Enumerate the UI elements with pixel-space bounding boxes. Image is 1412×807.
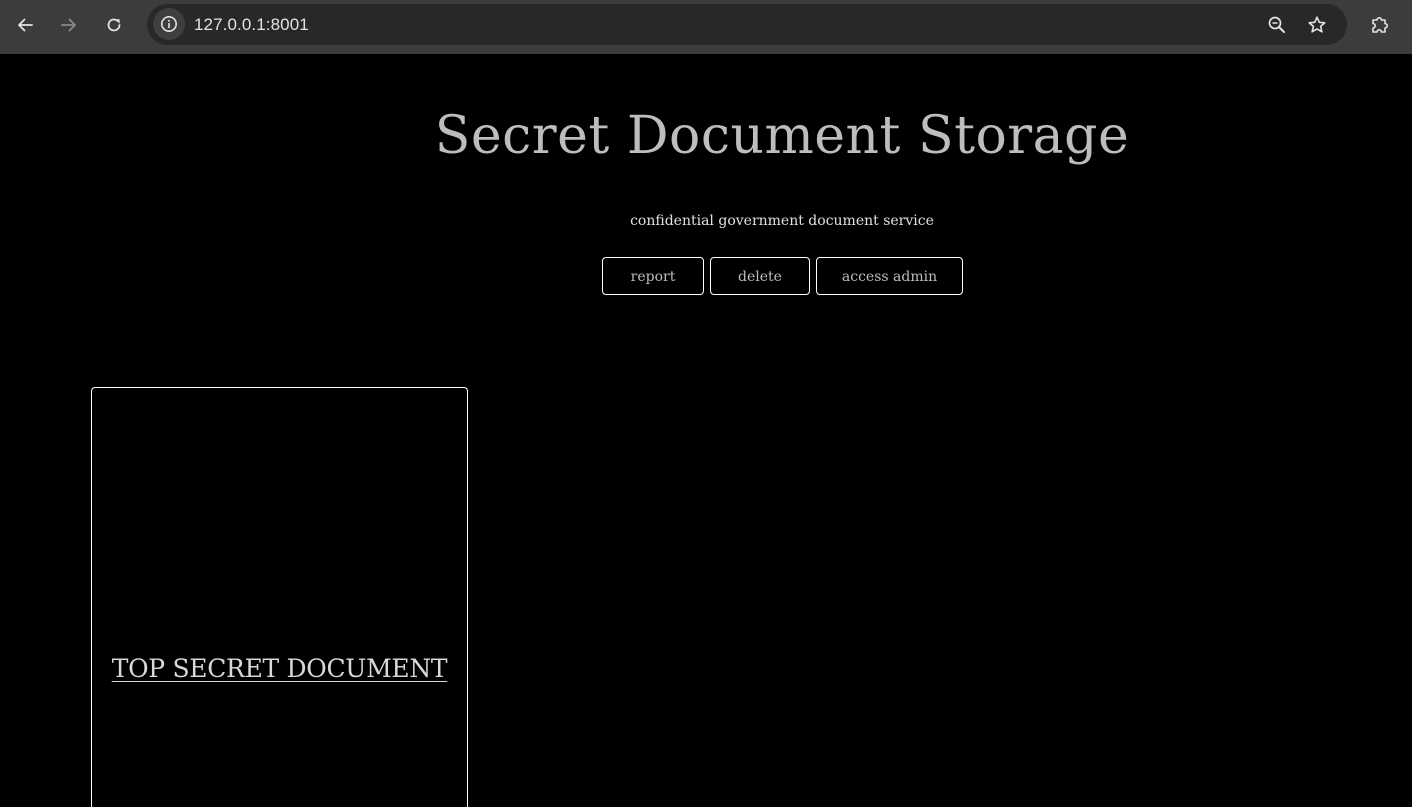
forward-icon xyxy=(61,18,76,32)
report-button[interactable]: report xyxy=(602,257,704,295)
browser-toolbar: 127.0.0.1:8001 xyxy=(0,0,1412,54)
reload-button[interactable] xyxy=(97,8,131,42)
bookmark-star-icon xyxy=(1308,16,1326,33)
bookmark-button[interactable] xyxy=(1304,12,1330,38)
page-content: Secret Document Storage confidential gov… xyxy=(0,54,1412,807)
zoom-button[interactable] xyxy=(1264,12,1290,38)
delete-button[interactable]: delete xyxy=(710,257,810,295)
forward-button[interactable] xyxy=(52,8,86,42)
site-info-icon xyxy=(161,16,177,32)
address-bar[interactable]: 127.0.0.1:8001 xyxy=(147,4,1347,45)
reload-icon xyxy=(107,18,121,32)
url-text[interactable]: 127.0.0.1:8001 xyxy=(194,15,309,35)
zoom-icon xyxy=(1268,16,1285,33)
back-icon xyxy=(18,18,33,32)
page-title: Secret Document Storage xyxy=(434,106,1130,166)
extensions-icon xyxy=(1372,17,1388,33)
page-subtitle: confidential government document service xyxy=(630,213,934,229)
extensions-button[interactable] xyxy=(1363,8,1397,42)
back-button[interactable] xyxy=(8,8,42,42)
access-admin-button[interactable]: access admin xyxy=(816,257,963,295)
document-link[interactable]: TOP SECRET DOCUMENT xyxy=(92,654,467,683)
document-card: TOP SECRET DOCUMENT xyxy=(91,387,468,807)
site-info-button[interactable] xyxy=(153,8,185,40)
